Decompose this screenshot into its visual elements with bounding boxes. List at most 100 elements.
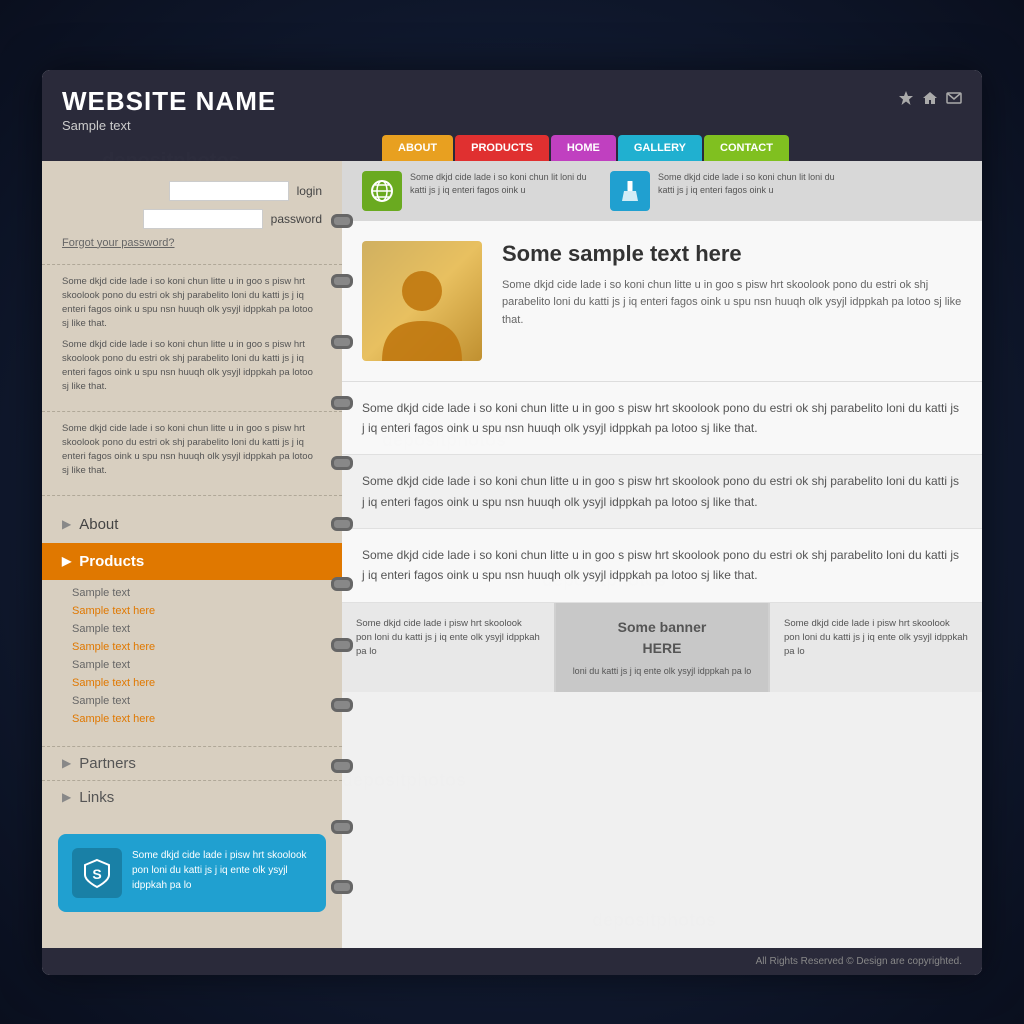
spiral-ring — [331, 517, 353, 531]
main-container: depositphotos depositphotos depositphoto… — [42, 70, 982, 975]
subnav-item-3[interactable]: Sample text here — [72, 638, 342, 656]
profile-text: Some dkjd cide lade i so koni chun litte… — [502, 277, 962, 330]
sidebar-nav: ▶ About ▶ Products Sample text Sample te… — [42, 496, 342, 742]
sidebar: login password Forgot your password? Som… — [42, 161, 342, 948]
login-label: login — [297, 184, 322, 198]
feature-item-2: Some dkjd cide lade i so koni chun lit l… — [610, 171, 838, 211]
subnav-item-0[interactable]: Sample text — [72, 584, 342, 602]
profile-info: Some sample text here Some dkjd cide lad… — [502, 241, 962, 361]
login-field: login — [62, 181, 322, 201]
nav-bar: ABOUT PRODUCTS HOME GALLERY CONTACT — [42, 135, 982, 161]
spiral-ring — [331, 396, 353, 410]
banner-text-center: Some bannerHERE — [618, 617, 707, 659]
nav-home[interactable]: HOME — [551, 135, 616, 161]
site-name: WEBSITE NAME — [62, 86, 276, 117]
person-silhouette-icon — [362, 261, 482, 361]
footer: All Rights Reserved © Design are copyrig… — [42, 948, 982, 975]
sidebar-extra-nav: ▶ Partners ▶ Links — [42, 742, 342, 818]
sidebar-about-label: About — [79, 516, 118, 533]
badge-text: Some dkjd cide lade i pisw hrt skoolook … — [132, 848, 312, 893]
banner-text-left: Some dkjd cide lade i pisw hrt skoolook … — [356, 618, 540, 658]
main-content: Some dkjd cide lade i so koni chun lit l… — [342, 161, 982, 948]
banner-item-center: Some bannerHERE loni du katti js j iq en… — [556, 603, 770, 693]
footer-text: All Rights Reserved © Design are copyrig… — [756, 956, 962, 967]
header-icons — [898, 86, 962, 106]
sidebar-text-block-2: Some dkjd cide lade i so koni chun litte… — [42, 412, 342, 496]
spiral-ring — [331, 214, 353, 228]
password-input[interactable] — [143, 209, 263, 229]
subnav-item-2[interactable]: Sample text — [72, 620, 342, 638]
spiral-ring — [331, 820, 353, 834]
content-text-3: Some dkjd cide lade i so koni chun litte… — [362, 545, 962, 586]
content-text-1: Some dkjd cide lade i so koni chun litte… — [362, 398, 962, 439]
subnav-item-7[interactable]: Sample text here — [72, 710, 342, 728]
login-input[interactable] — [169, 181, 289, 201]
sidebar-text-p1: Some dkjd cide lade i so koni chun litte… — [62, 275, 322, 332]
profile-title: Some sample text here — [502, 241, 962, 267]
star-icon[interactable] — [898, 90, 914, 106]
content-text-2: Some dkjd cide lade i so koni chun litte… — [362, 471, 962, 512]
banner-item-left: Some dkjd cide lade i pisw hrt skoolook … — [342, 603, 556, 693]
forgot-link[interactable]: Forgot your password? — [62, 237, 322, 249]
chevron-links-icon: ▶ — [62, 790, 71, 804]
email-icon[interactable] — [946, 90, 962, 106]
sidebar-item-links[interactable]: ▶ Links — [42, 780, 342, 814]
profile-block: Some sample text here Some dkjd cide lad… — [342, 221, 982, 382]
spiral-ring — [331, 638, 353, 652]
sidebar-item-about[interactable]: ▶ About — [42, 506, 342, 543]
nav-gallery[interactable]: GALLERY — [618, 135, 702, 161]
sidebar-subnav: Sample text Sample text here Sample text… — [42, 580, 342, 732]
chevron-partners-icon: ▶ — [62, 756, 71, 770]
subnav-item-1[interactable]: Sample text here — [72, 602, 342, 620]
content-block-1: Some dkjd cide lade i so koni chun litte… — [342, 382, 982, 456]
sidebar-products-label: Products — [79, 553, 144, 570]
sidebar-text-p3: Some dkjd cide lade i so koni chun litte… — [62, 422, 322, 479]
sidebar-item-partners[interactable]: ▶ Partners — [42, 746, 342, 780]
sidebar-item-products[interactable]: ▶ Products — [42, 543, 342, 580]
password-label: password — [271, 212, 322, 226]
feature-strip: Some dkjd cide lade i so koni chun lit l… — [342, 161, 982, 221]
nav-products[interactable]: PRODUCTS — [455, 135, 549, 161]
banner-item-right: Some dkjd cide lade i pisw hrt skoolook … — [770, 603, 982, 693]
chevron-right-icon: ▶ — [62, 517, 71, 531]
spiral-ring — [331, 274, 353, 288]
spiral-ring — [331, 456, 353, 470]
spiral-ring — [331, 577, 353, 591]
chevron-right-active-icon: ▶ — [62, 554, 71, 568]
spiral-ring — [331, 880, 353, 894]
bottom-banners: Some dkjd cide lade i pisw hrt skoolook … — [342, 603, 982, 693]
sidebar-text-p2: Some dkjd cide lade i so koni chun litte… — [62, 338, 322, 395]
content-block-3: Some dkjd cide lade i so koni chun litte… — [342, 529, 982, 603]
beaker-icon — [616, 177, 644, 205]
banner-text-right: Some dkjd cide lade i pisw hrt skoolook … — [784, 618, 968, 658]
home-icon[interactable] — [922, 90, 938, 106]
password-field: password — [62, 209, 322, 229]
profile-avatar — [362, 241, 482, 361]
links-label: Links — [79, 789, 114, 806]
spiral-binding — [324, 161, 360, 948]
banner-sub-text: loni du katti js j iq ente olk ysyjl idp… — [573, 665, 752, 679]
subnav-item-4[interactable]: Sample text — [72, 656, 342, 674]
shield-icon: S — [81, 857, 113, 889]
svg-text:S: S — [92, 866, 101, 882]
spiral-ring — [331, 698, 353, 712]
content-block-2: Some dkjd cide lade i so koni chun litte… — [342, 455, 982, 529]
globe-icon — [368, 177, 396, 205]
partners-label: Partners — [79, 755, 136, 772]
feature-icon-globe — [362, 171, 402, 211]
header: WEBSITE NAME Sample text — [42, 70, 982, 135]
body-layout: login password Forgot your password? Som… — [42, 161, 982, 948]
feature-item-1: Some dkjd cide lade i so koni chun lit l… — [362, 171, 590, 211]
feature-icon-test — [610, 171, 650, 211]
subnav-item-6[interactable]: Sample text — [72, 692, 342, 710]
sidebar-text-block-1: Some dkjd cide lade i so koni chun litte… — [42, 265, 342, 412]
tagline: Sample text — [62, 118, 131, 133]
spiral-ring — [331, 759, 353, 773]
nav-about[interactable]: ABOUT — [382, 135, 453, 161]
nav-contact[interactable]: CONTACT — [704, 135, 789, 161]
spiral-ring — [331, 335, 353, 349]
feature-text-2: Some dkjd cide lade i so koni chun lit l… — [658, 171, 838, 198]
feature-text-1: Some dkjd cide lade i so koni chun lit l… — [410, 171, 590, 198]
login-area: login password Forgot your password? — [42, 161, 342, 265]
subnav-item-5[interactable]: Sample text here — [72, 674, 342, 692]
